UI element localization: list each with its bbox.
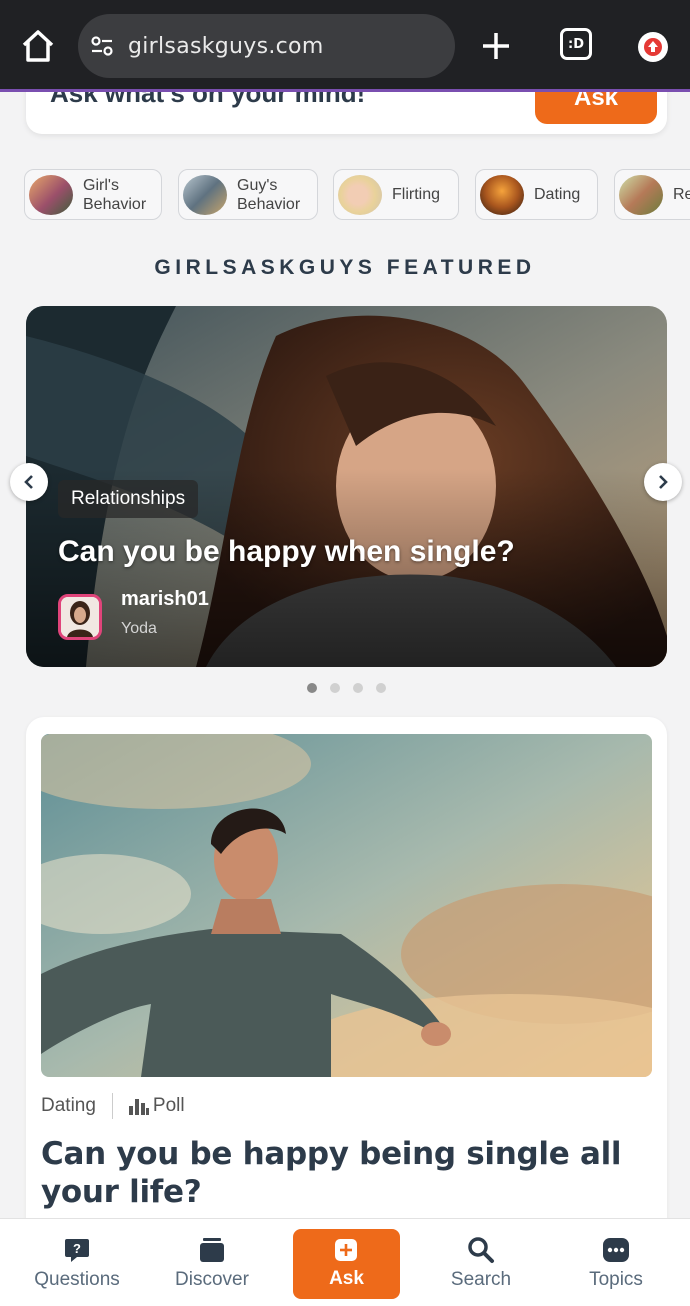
question-bubble-icon: ? [62, 1235, 92, 1265]
featured-category-tag[interactable]: Relationships [58, 480, 199, 518]
topic-chip-girls-behavior[interactable]: Girl's Behavior [24, 169, 162, 220]
topic-chip-guys-behavior[interactable]: Guy's Behavior [178, 169, 318, 220]
bottom-nav: ? Questions Discover Ask Search Topics [0, 1218, 690, 1306]
update-icon[interactable] [638, 32, 668, 62]
svg-text:?: ? [73, 1241, 81, 1256]
tab-switcher-icon[interactable]: :D [560, 28, 592, 60]
topic-chip-relationships[interactable]: Relationships [614, 169, 690, 220]
author-rank: Yoda [121, 620, 157, 637]
carousel-dot-4[interactable] [376, 683, 386, 693]
nav-ask-label: Ask [329, 1268, 364, 1289]
featured-title[interactable]: Can you be happy when single? [58, 535, 515, 569]
featured-slide[interactable]: Relationships Can you be happy when sing… [26, 306, 667, 667]
chevron-left-icon [24, 475, 33, 489]
nav-topics-label: Topics [589, 1269, 643, 1290]
topic-thumbnail [480, 174, 524, 215]
nav-questions-label: Questions [34, 1269, 120, 1290]
topic-label: Girl's Behavior [83, 176, 147, 213]
nav-topics[interactable]: Topics [572, 1219, 660, 1306]
nav-search[interactable]: Search [436, 1219, 526, 1306]
chevron-right-icon [659, 475, 668, 489]
question-title[interactable]: Can you be happy being single all your l… [41, 1135, 641, 1211]
address-bar[interactable]: girlsaskguys.com [78, 14, 455, 78]
topic-chip-dating[interactable]: Dating [475, 169, 598, 220]
home-icon[interactable] [18, 26, 58, 66]
search-icon [466, 1235, 496, 1265]
poll-badge: Poll [128, 1095, 185, 1117]
plus-square-icon [334, 1238, 360, 1264]
question-meta: Dating Poll [41, 1093, 185, 1119]
new-tab-icon[interactable] [478, 28, 514, 64]
carousel-dots [307, 683, 386, 693]
cards-stack-icon [197, 1235, 227, 1265]
question-category[interactable]: Dating [41, 1095, 96, 1117]
topic-thumbnail [29, 174, 73, 215]
question-image [41, 734, 652, 1077]
carousel-prev-button[interactable] [10, 463, 48, 501]
meta-divider [111, 1093, 113, 1119]
topic-thumbnail [338, 174, 382, 215]
carousel-dot-1[interactable] [307, 683, 317, 693]
poll-label: Poll [152, 1095, 185, 1116]
url-text: girlsaskguys.com [128, 33, 324, 59]
author-name[interactable]: marish01 [121, 588, 209, 611]
featured-heading: GIRLSASKGUYS FEATURED [154, 256, 536, 279]
topic-thumbnail [183, 174, 227, 215]
topic-label: Relationships [673, 186, 690, 203]
site-settings-icon[interactable] [88, 32, 116, 60]
topic-chip-flirting[interactable]: Flirting [333, 169, 459, 220]
carousel-dot-2[interactable] [330, 683, 340, 693]
topic-label: Flirting [392, 186, 441, 203]
author-avatar[interactable] [58, 594, 102, 640]
topic-chips: Girl's Behavior Guy's Behavior Flirting … [24, 169, 690, 220]
more-bubble-icon [601, 1235, 631, 1265]
nav-discover-label: Discover [175, 1269, 249, 1290]
question-card[interactable]: Dating Poll Can you be happy being singl… [26, 717, 667, 1237]
bar-chart-icon [128, 1099, 149, 1115]
nav-discover[interactable]: Discover [160, 1219, 264, 1306]
nav-search-label: Search [450, 1269, 512, 1290]
browser-toolbar: girlsaskguys.com :D [0, 0, 690, 92]
carousel-next-button[interactable] [644, 463, 682, 501]
topic-thumbnail [619, 174, 663, 215]
nav-ask-button[interactable]: Ask [293, 1229, 400, 1299]
nav-questions[interactable]: ? Questions [22, 1219, 132, 1306]
topic-label: Guy's Behavior [237, 176, 301, 213]
topic-label: Dating [534, 186, 581, 203]
carousel-dot-3[interactable] [353, 683, 363, 693]
